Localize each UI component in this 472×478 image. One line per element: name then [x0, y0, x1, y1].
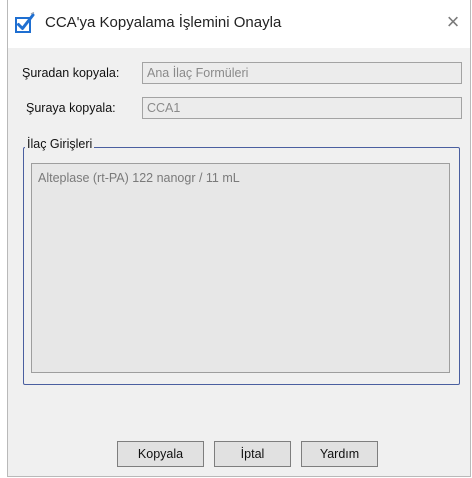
checkbox-checked-icon [14, 11, 38, 35]
source-label: Şuradan kopyala: [22, 66, 120, 80]
list-item[interactable]: Alteplase (rt-PA) 122 nanogr / 11 mL [38, 171, 240, 185]
cancel-button[interactable]: İptal [214, 441, 291, 467]
dialog-title: CCA'ya Kopyalama İşlemini Onayla [45, 14, 282, 31]
source-field: Ana İlaç Formüleri [142, 62, 462, 84]
target-field: CCA1 [142, 97, 462, 119]
drug-entries-list[interactable]: Alteplase (rt-PA) 122 nanogr / 11 mL [31, 163, 450, 373]
title-bar: CCA'ya Kopyalama İşlemini Onayla × [8, 0, 470, 48]
confirm-copy-dialog: CCA'ya Kopyalama İşlemini Onayla × Şurad… [7, 0, 471, 477]
target-label: Şuraya kopyala: [26, 101, 116, 115]
close-button[interactable]: × [440, 10, 466, 36]
copy-button[interactable]: Kopyala [117, 441, 204, 467]
help-button[interactable]: Yardım [301, 441, 378, 467]
drug-entries-group-title: İlaç Girişleri [25, 137, 95, 151]
